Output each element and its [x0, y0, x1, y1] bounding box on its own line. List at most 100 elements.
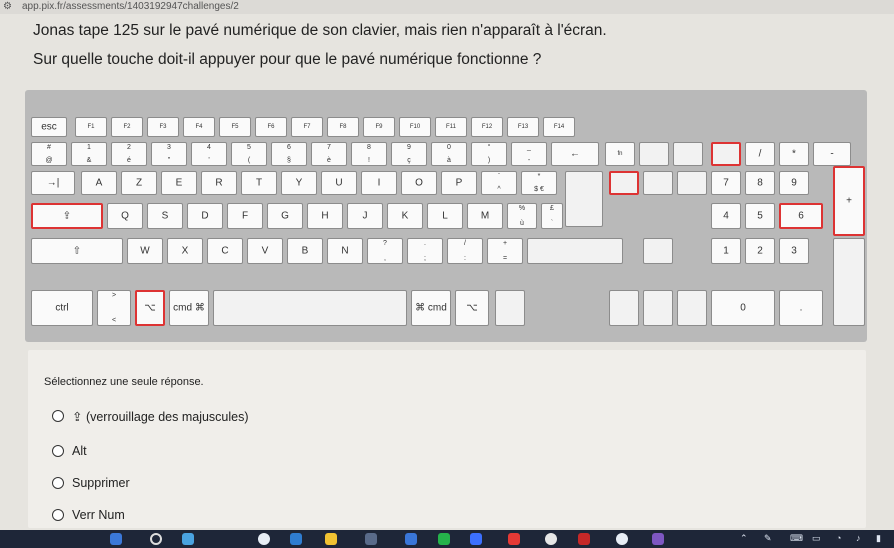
- key-label-bottom: é: [127, 157, 131, 164]
- key-space: [213, 290, 407, 326]
- key-label: +: [846, 195, 852, 207]
- app-icon[interactable]: [182, 533, 194, 545]
- key-label-bottom: =: [502, 255, 508, 262]
- key-function: F7: [291, 117, 323, 137]
- key-label: 6: [798, 210, 804, 222]
- key-letter: I: [361, 171, 397, 195]
- youtube-icon[interactable]: [508, 533, 520, 545]
- answer-option-caps-lock[interactable]: ⇪ (verrouillage des majuscules): [52, 409, 249, 424]
- answer-option-alt[interactable]: Alt: [52, 444, 87, 458]
- app-icon[interactable]: [545, 533, 557, 545]
- answer-option-delete[interactable]: Supprimer: [52, 476, 130, 490]
- chrome-icon[interactable]: [258, 533, 270, 545]
- key-label-top: +: [502, 240, 508, 247]
- volume-icon[interactable]: ♪: [856, 533, 861, 543]
- key-numpad-minus: -: [813, 142, 851, 166]
- launcher-icon[interactable]: [110, 533, 122, 545]
- app-icon[interactable]: [470, 533, 482, 545]
- key-letter: R: [201, 171, 237, 195]
- radio-button[interactable]: [52, 410, 64, 422]
- key-label-bottom: !: [368, 157, 370, 164]
- key-label: F12: [481, 124, 493, 130]
- key-label: F8: [339, 124, 347, 130]
- key-label: L: [442, 210, 448, 222]
- answer-option-num-lock[interactable]: Verr Num: [52, 508, 125, 522]
- question-line-2: Sur quelle touche doit-il appuyer pour q…: [33, 51, 542, 68]
- wifi-icon[interactable]: ◔: [836, 533, 841, 543]
- key-punctuation: + =: [487, 238, 523, 264]
- key-letter: G: [267, 203, 303, 229]
- radio-button[interactable]: [52, 509, 64, 521]
- key-cmd-right: ⌘ cmd: [411, 290, 451, 326]
- key-label: O: [415, 177, 423, 189]
- files-icon[interactable]: [290, 533, 302, 545]
- chevron-up-icon[interactable]: ⌃: [740, 533, 748, 544]
- url-text[interactable]: app.pix.fr/assessments/1403192947challen…: [22, 0, 239, 14]
- question-line-1: Jonas tape 125 sur le pavé numérique de …: [33, 22, 607, 39]
- key-letter: H: [307, 203, 343, 229]
- app-icon[interactable]: [325, 533, 337, 545]
- key-label: F13: [517, 124, 529, 130]
- key-delete: [609, 171, 639, 195]
- app-icon[interactable]: [405, 533, 417, 545]
- key-home: [639, 142, 669, 166]
- key-label-bottom: ;: [424, 255, 426, 262]
- key-letter: Q: [107, 203, 143, 229]
- key-numpad-6: 6: [779, 203, 823, 229]
- key-number: 3 ": [151, 142, 187, 166]
- key-backspace: ←: [551, 142, 599, 166]
- radio-button[interactable]: [52, 445, 64, 457]
- key-label-top: /: [464, 240, 466, 247]
- key-esc: esc: [31, 117, 67, 137]
- netflix-icon[interactable]: [578, 533, 590, 545]
- site-settings-icon[interactable]: ⚙: [3, 0, 12, 14]
- key-label: M: [480, 210, 490, 222]
- key-less-greater: > <: [97, 290, 131, 326]
- key-label: -: [830, 148, 834, 160]
- key-function: F1: [75, 117, 107, 137]
- key-label: X: [181, 245, 189, 257]
- app-icon[interactable]: [652, 533, 664, 545]
- key-arrow-down: [643, 290, 673, 326]
- radio-button[interactable]: [52, 477, 64, 489]
- key-letter: O: [401, 171, 437, 195]
- answer-label: ⇪ (verrouillage des majuscules): [72, 410, 249, 424]
- key-letter: Y: [281, 171, 317, 195]
- key-numpad-5: 5: [745, 203, 775, 229]
- key-label-top: >: [111, 292, 117, 299]
- key-label: T: [255, 177, 263, 189]
- stylus-icon[interactable]: ✎: [764, 533, 772, 544]
- key-label: /: [758, 148, 762, 160]
- key-letter: T: [241, 171, 277, 195]
- app-icon[interactable]: [365, 533, 377, 545]
- key-label: F7: [303, 124, 311, 130]
- keyboard-icon[interactable]: ⌨: [790, 533, 803, 544]
- key-number: 5(: [231, 142, 267, 166]
- key-percent: % ù: [507, 203, 537, 229]
- browser-url-bar[interactable]: ⚙ app.pix.fr/assessments/1403192947chall…: [0, 0, 894, 14]
- battery-icon[interactable]: ▮: [876, 533, 881, 544]
- chrome-icon[interactable]: [616, 533, 628, 545]
- key-label: 1: [723, 245, 729, 257]
- key-label-bottom: ^: [497, 186, 501, 193]
- key-numpad-2: 2: [745, 238, 775, 264]
- whatsapp-icon[interactable]: [438, 533, 450, 545]
- key-label-top: 8: [367, 144, 371, 151]
- key-label: ctrl: [55, 302, 69, 314]
- key-label-bottom: `: [550, 220, 554, 227]
- key-label: 9: [791, 177, 797, 189]
- key-label-bottom: ": [167, 157, 171, 164]
- key-letter: V: [247, 238, 283, 264]
- key-label: F10: [409, 124, 421, 130]
- key-label-bottom: <: [111, 317, 117, 324]
- key-label-bottom: ,: [384, 255, 386, 262]
- key-letter: W: [127, 238, 163, 264]
- key-label: F11: [446, 124, 456, 130]
- key-letter: E: [161, 171, 197, 195]
- search-icon[interactable]: [150, 533, 162, 545]
- screen-icon[interactable]: ▭: [812, 533, 821, 544]
- key-label: 0: [740, 302, 746, 314]
- key-clear: [711, 142, 741, 166]
- key-label-top: #: [47, 144, 51, 151]
- key-letter: L: [427, 203, 463, 229]
